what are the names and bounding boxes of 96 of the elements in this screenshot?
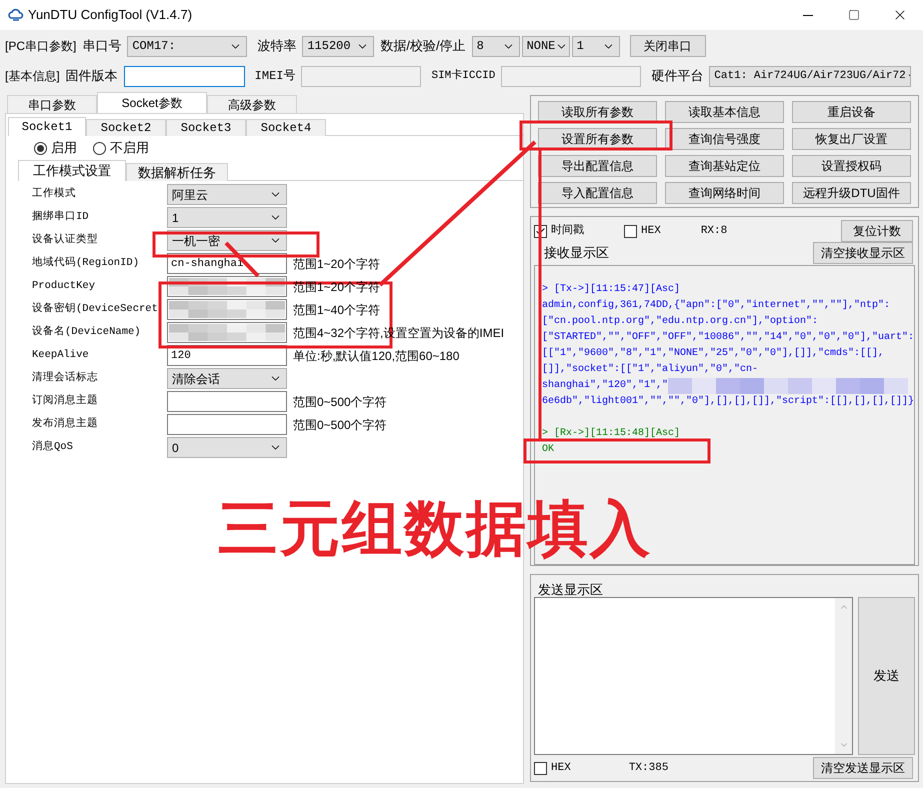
checkbox-label: 时间戳 [551,223,584,239]
push-button[interactable]: 读取基本信息 [665,101,784,123]
tab[interactable]: 工作模式设置 [18,160,126,181]
log-line: [["1","9600","8","1","NONE","25","0","0"],[]],"cmds":[[], [542,346,884,361]
field-label: 数据/校验/停止 [380,37,466,56]
field-label: 波特率 [257,37,296,56]
window-title: YunDTU ConfigTool (V1.4.7) [28,6,192,24]
radio-button[interactable] [93,142,106,154]
dropdown[interactable]: 清除会话 [167,368,287,389]
log-line: 6e6db","light001","","","0"],[],[],[]],"script":[[],[],[],[]]} [542,394,914,409]
dropdown[interactable]: Cat1: Air724UG/Air723UG/Air72 [709,66,912,86]
log-line: > [Rx->][11:15:48][Asc] [542,426,680,441]
input-field[interactable] [167,391,287,412]
tab[interactable]: Socket1 [8,117,86,136]
push-button[interactable]: 远程升级DTU固件 [792,182,911,204]
form-label: 订阅消息主题 [31,394,99,409]
checkbox-label: HEX [551,760,571,776]
push-button[interactable]: 清空发送显示区 [813,757,913,779]
hint-text: 范围0~500个字符 [293,416,387,434]
dropdown[interactable]: 1 [167,207,287,228]
radio-button[interactable] [34,142,47,154]
field-label: 固件版本 [66,67,118,86]
area-title: 发送显示区 [537,581,604,597]
log-line: OK [542,442,554,457]
push-button[interactable]: 关闭串口 [630,35,706,57]
push-button[interactable]: 清空接收显示区 [813,242,913,264]
form-label: 工作模式 [31,186,77,202]
hint-text: 范围0~500个字符 [293,394,387,410]
hint-text: 范围1~40个字符 [293,302,380,318]
app-logo-icon [8,8,24,22]
form-label: 发布消息主题 [31,416,99,432]
field-label: 串口号 [82,37,122,56]
push-button[interactable]: 设置所有参数 [538,128,657,150]
minimize-icon [803,14,813,16]
push-button[interactable]: 查询网络时间 [665,182,784,204]
maximize-icon [848,9,860,21]
log-line: admin,config,361,74DD,{"apn":["0","internet","",""],"ntp": [542,298,890,313]
tab[interactable]: 串口参数 [7,95,97,113]
push-button[interactable]: 查询基站定位 [665,155,784,177]
section-label: [PC串口参数] [5,38,76,55]
tab[interactable]: 数据解析任务 [126,163,228,181]
push-button[interactable]: 查询信号强度 [665,128,784,150]
push-button[interactable]: 读取所有参数 [538,101,657,123]
form-label: 设备认证类型 [31,232,99,248]
checkbox[interactable] [534,762,547,774]
push-button[interactable]: 复位计数 [841,220,913,242]
radio-label: 启用 [51,139,77,158]
section-label: [基本信息] [5,68,60,85]
send-button[interactable]: 发送 [858,597,915,755]
field-label: 硬件平台 [651,67,704,86]
log-line: ["cn.pool.ntp.org","edu.ntp.org.cn"],"option": [542,314,818,329]
push-button[interactable]: 导出配置信息 [538,155,657,177]
field-label: IMEI号 [254,68,296,85]
push-button[interactable]: 恢复出厂设置 [792,128,911,150]
form-label: ProductKey [31,278,96,294]
form-label: KeepAlive [31,348,90,363]
tab[interactable]: Socket2 [86,119,166,136]
checkbox[interactable] [624,224,637,238]
annotation-caption: 三元组数据填入 [218,494,652,564]
rx-counter: RX:8 [700,224,728,239]
log-line: []],"socket":[["1","aliyun","0","cn- [542,362,758,377]
hint-text: 单位:秒,默认值120,范围60~180 [293,348,460,364]
form-label: 清理会话标志 [31,370,99,386]
dropdown[interactable]: 阿里云 [167,184,287,205]
form-label: 设备名(DeviceName) [31,324,142,340]
hint-text: 范围1~20个字符 [293,256,380,272]
dropdown[interactable]: 1 [572,36,620,56]
tab[interactable]: Socket参数 [97,92,207,113]
form-label: 设备密钥(DeviceSecret [31,302,159,317]
dropdown[interactable]: 8 [472,36,520,56]
dropdown[interactable]: 115200 [302,36,374,56]
form-label: 地域代码(RegionID) [31,256,140,271]
radio-label: 不启用 [110,139,149,158]
tab[interactable]: Socket3 [166,119,246,136]
field-label: SIM卡ICCID [431,68,496,84]
dropdown[interactable]: 0 [167,437,287,458]
area-title: 接收显示区 [543,244,609,262]
tab[interactable]: Socket4 [246,119,326,136]
form-label: 捆绑串口ID [31,210,90,225]
input-field[interactable] [167,414,287,435]
input-field[interactable] [124,66,245,86]
log-line: > [Tx->][11:15:47][Asc] [542,282,680,297]
push-button[interactable]: 重启设备 [792,101,911,123]
push-button[interactable]: 设置授权码 [792,155,911,177]
input-field[interactable] [301,66,422,86]
form-label: 消息QoS [31,440,74,455]
tx-counter: TX:385 [628,760,668,776]
scrollbar[interactable] [835,598,852,754]
input-field[interactable] [501,66,642,86]
log-line: ["STARTED","","OFF","OFF","10086","","14","0","0","0"],"uart": [542,330,914,345]
log-line: shanghai","120","1"," [542,378,668,393]
dropdown[interactable]: COM17: [127,36,248,56]
tab[interactable]: 高级参数 [207,95,297,113]
dropdown[interactable]: NONE [522,36,570,56]
push-button[interactable]: 导入配置信息 [538,182,657,204]
checkbox-label: HEX [641,224,661,239]
